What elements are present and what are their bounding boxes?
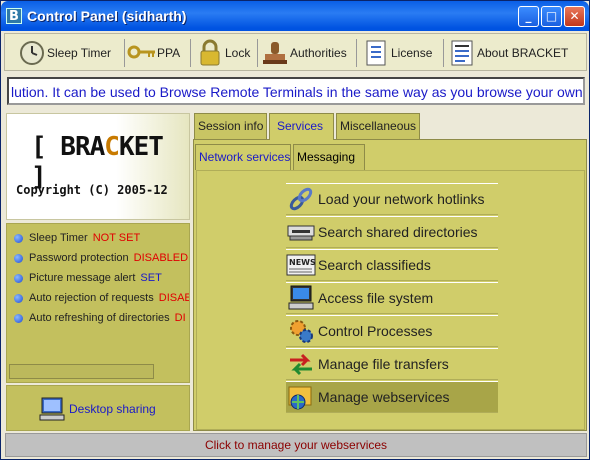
- status-box: Sleep Timer NOT SET Password protection …: [6, 223, 190, 383]
- sleep-timer-button[interactable]: Sleep Timer: [17, 37, 111, 69]
- lock-label: Lock: [225, 46, 251, 60]
- marquee-text: lution. It can be used to Browse Remote …: [11, 84, 583, 100]
- globe-folder-icon: [286, 382, 316, 412]
- toolbar-separator: [124, 39, 125, 67]
- clock-icon: [17, 38, 47, 68]
- title-bar[interactable]: B Control Panel (sidharth) _ □ ✕: [1, 1, 589, 31]
- menu-search-shared-directories[interactable]: Search shared directories: [286, 216, 498, 248]
- ppa-label: PPA: [157, 46, 181, 60]
- scanner-icon: [286, 217, 316, 247]
- authorities-button[interactable]: Authorities: [260, 37, 347, 69]
- bullet-icon: [14, 253, 23, 263]
- menu-search-classifieds[interactable]: NEWS Search classifieds: [286, 249, 498, 281]
- toolbar: Sleep Timer PPA Lock Authorities License…: [4, 33, 587, 71]
- window-title: Control Panel (sidharth): [27, 8, 187, 24]
- status-auto-rejection: Auto rejection of requests DISAE: [14, 290, 189, 306]
- computer-icon: [286, 283, 316, 313]
- lock-button[interactable]: Lock: [195, 37, 250, 69]
- about-bracket-label: About BRACKET: [477, 46, 569, 60]
- gears-icon: [286, 316, 316, 346]
- left-panel: [ BRACKET ] Copyright (C) 2005-12 Sleep …: [6, 113, 190, 431]
- svg-text:NEWS: NEWS: [289, 258, 316, 267]
- stamp-icon: [260, 38, 290, 68]
- menu-access-file-system[interactable]: Access file system: [286, 282, 498, 314]
- services-panel: Network services Messaging Load your net…: [193, 139, 587, 431]
- tab-miscellaneous[interactable]: Miscellaneous: [336, 113, 420, 140]
- about-document-icon: [447, 38, 477, 68]
- tab-services[interactable]: Services: [269, 113, 334, 140]
- status-auto-refreshing: Auto refreshing of directories DI: [14, 310, 186, 326]
- copyright-text: Copyright (C) 2005-12: [16, 183, 168, 197]
- toolbar-separator: [257, 39, 258, 67]
- padlock-icon: [195, 38, 225, 68]
- subtab-messaging[interactable]: Messaging: [293, 144, 365, 170]
- status-bar: Click to manage your webservices: [5, 433, 587, 457]
- about-bracket-button[interactable]: About BRACKET: [447, 37, 568, 69]
- status-picture-message-alert: Picture message alert SET: [14, 270, 162, 286]
- ppa-button[interactable]: PPA: [127, 37, 180, 69]
- status-sleep-timer: Sleep Timer NOT SET: [14, 230, 140, 246]
- toolbar-separator: [190, 39, 191, 67]
- menu-control-processes[interactable]: Control Processes: [286, 315, 498, 347]
- keys-icon: [127, 38, 157, 68]
- close-button[interactable]: ✕: [564, 6, 585, 27]
- newspaper-icon: NEWS: [286, 250, 316, 280]
- app-icon: B: [6, 8, 22, 24]
- bullet-icon: [14, 273, 23, 283]
- document-icon: [361, 38, 391, 68]
- logo-box: [ BRACKET ] Copyright (C) 2005-12: [6, 113, 190, 220]
- license-label: License: [391, 46, 433, 60]
- menu-load-hotlinks[interactable]: Load your network hotlinks: [286, 183, 498, 215]
- menu-manage-webservices[interactable]: Manage webservices: [286, 381, 498, 413]
- status-password-protection: Password protection DISABLED: [14, 250, 188, 266]
- sleep-timer-label: Sleep Timer: [47, 46, 112, 60]
- tab-session-info[interactable]: Session info: [194, 113, 267, 140]
- subtab-network-services[interactable]: Network services: [195, 144, 291, 170]
- computer-icon: [37, 394, 67, 424]
- toolbar-separator: [356, 39, 357, 67]
- transfer-arrows-icon: [286, 349, 316, 379]
- bullet-icon: [14, 313, 23, 323]
- bullet-icon: [14, 293, 23, 303]
- desktop-sharing-link[interactable]: Desktop sharing: [37, 394, 156, 424]
- chain-link-icon: [286, 184, 316, 214]
- license-button[interactable]: License: [361, 37, 432, 69]
- authorities-label: Authorities: [290, 46, 347, 60]
- menu-manage-file-transfers[interactable]: Manage file transfers: [286, 348, 498, 380]
- progress-bar: [9, 364, 154, 379]
- desktop-sharing-box: Desktop sharing: [6, 385, 190, 431]
- minimize-button[interactable]: _: [518, 6, 539, 27]
- network-services-panel: Load your network hotlinks Search shared…: [196, 170, 585, 430]
- control-panel-window: B Control Panel (sidharth) _ □ ✕ Sleep T…: [0, 0, 590, 460]
- bullet-icon: [14, 233, 23, 243]
- scrolling-marquee: lution. It can be used to Browse Remote …: [7, 77, 585, 105]
- maximize-button[interactable]: □: [541, 6, 562, 27]
- toolbar-separator: [443, 39, 444, 67]
